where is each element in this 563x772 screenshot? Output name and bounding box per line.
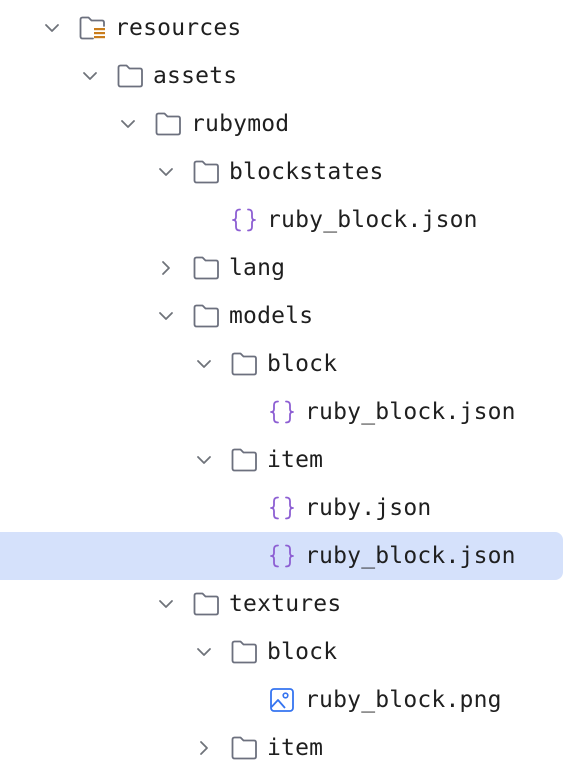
- project-file-tree: resources assets rubymod blockstates ruby_bl…: [0, 4, 563, 772]
- json-file-icon: [268, 495, 296, 521]
- tree-item-label: item: [267, 447, 324, 473]
- json-file-icon: [268, 399, 296, 425]
- chevron-down-icon[interactable]: [158, 596, 174, 612]
- folder-icon: [116, 63, 144, 89]
- chevron-down-icon[interactable]: [44, 20, 60, 36]
- tree-folder-models[interactable]: models: [0, 292, 563, 340]
- folder-icon: [192, 591, 220, 617]
- tree-item-label: ruby.json: [305, 495, 432, 521]
- folder-icon: [230, 639, 258, 665]
- tree-file-ruby-block-json[interactable]: ruby_block.json: [0, 532, 563, 580]
- resources-folder-icon: [78, 15, 106, 41]
- tree-item-label: item: [267, 735, 324, 761]
- chevron-down-icon[interactable]: [196, 644, 212, 660]
- tree-folder-textures[interactable]: textures: [0, 580, 563, 628]
- folder-icon: [230, 735, 258, 761]
- tree-item-label: ruby_block.json: [305, 399, 516, 425]
- tree-item-label: assets: [153, 63, 238, 89]
- folder-icon: [192, 255, 220, 281]
- tree-folder-rubymod[interactable]: rubymod: [0, 100, 563, 148]
- tree-folder-lang[interactable]: lang: [0, 244, 563, 292]
- tree-item-label: lang: [229, 255, 286, 281]
- tree-item-label: textures: [229, 591, 342, 617]
- chevron-right-icon[interactable]: [196, 740, 212, 756]
- tree-folder-block[interactable]: block: [0, 628, 563, 676]
- tree-item-label: block: [267, 351, 338, 377]
- tree-file-ruby-block-png[interactable]: ruby_block.png: [0, 676, 563, 724]
- tree-folder-block[interactable]: block: [0, 340, 563, 388]
- chevron-down-icon[interactable]: [82, 68, 98, 84]
- tree-file-ruby-block-json[interactable]: ruby_block.json: [0, 388, 563, 436]
- folder-icon: [192, 159, 220, 185]
- json-file-icon: [230, 207, 258, 233]
- tree-item-label: ruby_block.json: [267, 207, 478, 233]
- tree-folder-assets[interactable]: assets: [0, 52, 563, 100]
- chevron-down-icon[interactable]: [120, 116, 136, 132]
- chevron-down-icon[interactable]: [196, 452, 212, 468]
- chevron-right-icon[interactable]: [158, 260, 174, 276]
- folder-icon: [230, 351, 258, 377]
- tree-folder-resources[interactable]: resources: [0, 4, 563, 52]
- folder-icon: [230, 447, 258, 473]
- tree-item-label: ruby_block.png: [305, 687, 502, 713]
- tree-folder-blockstates[interactable]: blockstates: [0, 148, 563, 196]
- tree-item-label: blockstates: [229, 159, 384, 185]
- tree-file-ruby-json[interactable]: ruby.json: [0, 484, 563, 532]
- chevron-down-icon[interactable]: [158, 308, 174, 324]
- json-file-icon: [268, 543, 296, 569]
- chevron-down-icon[interactable]: [158, 164, 174, 180]
- image-file-icon: [268, 687, 296, 713]
- tree-file-ruby-block-json[interactable]: ruby_block.json: [0, 196, 563, 244]
- tree-item-label: models: [229, 303, 314, 329]
- folder-icon: [192, 303, 220, 329]
- tree-folder-item[interactable]: item: [0, 436, 563, 484]
- folder-icon: [154, 111, 182, 137]
- chevron-down-icon[interactable]: [196, 356, 212, 372]
- tree-item-label: rubymod: [191, 111, 290, 137]
- tree-item-label: resources: [115, 15, 242, 41]
- tree-item-label: block: [267, 639, 338, 665]
- tree-folder-item[interactable]: item: [0, 724, 563, 772]
- tree-item-label: ruby_block.json: [305, 543, 516, 569]
